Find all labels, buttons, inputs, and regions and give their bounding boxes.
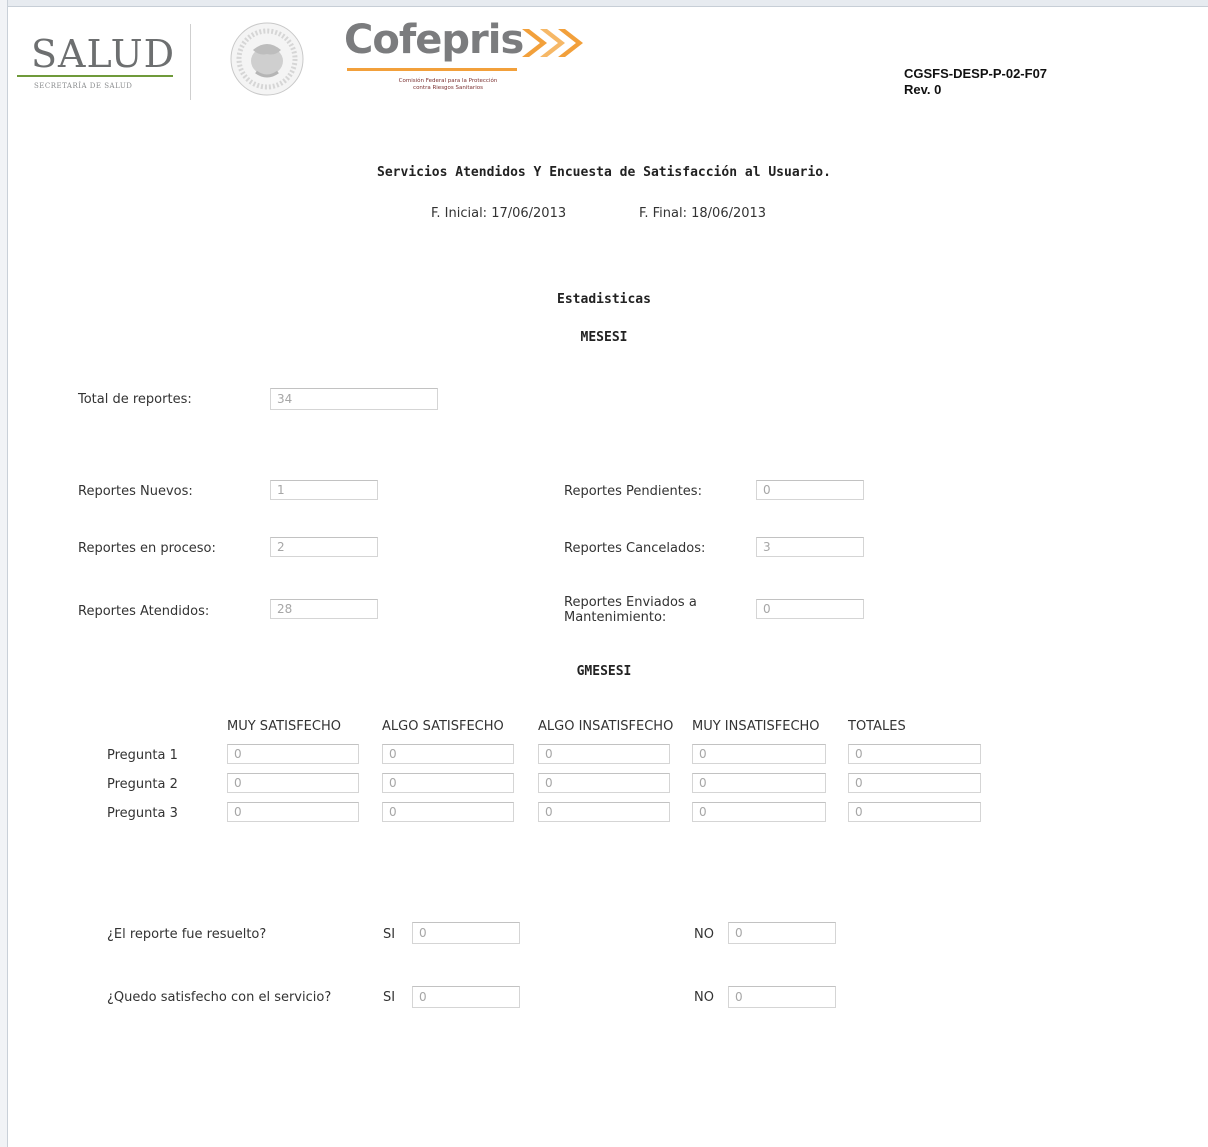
survey-row-label: Pregunta 2 [107, 777, 178, 792]
survey-cell-totales[interactable] [848, 773, 981, 793]
survey-cell-algo-insatisfecho[interactable] [538, 773, 670, 793]
window-top-border [0, 0, 1208, 7]
section-title-statistics: Estadisticas [557, 292, 651, 307]
stat-field-nuevos[interactable] [270, 480, 378, 500]
survey-cell-muy-insatisfecho[interactable] [692, 744, 826, 764]
stat-label-atendidos: Reportes Atendidos: [78, 604, 210, 619]
document-revision: Rev. 0 [904, 81, 942, 97]
stat-field-atendidos[interactable] [270, 599, 378, 619]
survey-cell-muy-satisfecho[interactable] [227, 773, 359, 793]
question-resolved-no-label: NO [694, 927, 714, 942]
survey-cell-algo-satisfecho[interactable] [382, 773, 514, 793]
document-code: CGSFS-DESP-P-02-F07 [904, 66, 1048, 81]
stat-label-cancelados: Reportes Cancelados: [564, 541, 706, 556]
salud-logo-underline [17, 75, 173, 77]
cofepris-tagline: Comisión Federal para la Protección cont… [348, 78, 548, 92]
question-satisfied-yes-label: SI [383, 990, 396, 1005]
survey-cell-algo-satisfecho[interactable] [382, 744, 514, 764]
survey-cell-totales[interactable] [848, 744, 981, 764]
stat-label-enviados-mantenimiento: Reportes Enviados a Mantenimiento: [564, 595, 697, 625]
total-reports-label: Total de reportes: [78, 392, 192, 407]
cofepris-tagline-line2: contra Riesgos Sanitarios [413, 85, 483, 91]
question-satisfied-label: ¿Quedo satisfecho con el servicio? [107, 990, 332, 1005]
cofepris-logo-underline [347, 68, 517, 71]
group-title-mesesi: MESESI [580, 330, 628, 345]
column-header-muy-insatisfecho: MUY INSATISFECHO [692, 719, 820, 734]
stat-label-en-proceso: Reportes en proceso: [78, 541, 216, 556]
question-resolved-label: ¿El reporte fue resuelto? [107, 927, 267, 942]
survey-cell-muy-satisfecho[interactable] [227, 744, 359, 764]
cofepris-logo-text: Cofepris [344, 17, 524, 63]
report-title: Servicios Atendidos Y Encuesta de Satisf… [377, 165, 831, 180]
survey-row-label: Pregunta 1 [107, 748, 178, 763]
stat-field-cancelados[interactable] [756, 537, 864, 557]
question-satisfied-no-field[interactable] [728, 986, 836, 1008]
total-reports-field[interactable] [270, 388, 438, 410]
survey-cell-muy-insatisfecho[interactable] [692, 773, 826, 793]
national-seal-icon [230, 22, 304, 96]
column-header-totales: TOTALES [848, 719, 906, 734]
question-satisfied-yes-field[interactable] [412, 986, 520, 1008]
question-satisfied-no-label: NO [694, 990, 714, 1005]
start-date: F. Inicial: 17/06/2013 [431, 206, 567, 221]
column-header-algo-insatisfecho: ALGO INSATISFECHO [538, 719, 674, 734]
survey-cell-muy-insatisfecho[interactable] [692, 802, 826, 822]
question-resolved-no-field[interactable] [728, 922, 836, 944]
cofepris-arrows-icon [522, 29, 583, 57]
survey-cell-algo-insatisfecho[interactable] [538, 802, 670, 822]
survey-cell-algo-insatisfecho[interactable] [538, 744, 670, 764]
logo-divider [190, 24, 191, 100]
cofepris-tagline-line1: Comisión Federal para la Protección [398, 78, 498, 84]
survey-cell-algo-satisfecho[interactable] [382, 802, 514, 822]
stat-label-pendientes: Reportes Pendientes: [564, 484, 702, 499]
column-header-muy-satisfecho: MUY SATISFECHO [227, 719, 341, 734]
salud-logo-text: SALUD [31, 32, 176, 76]
stat-field-en-proceso[interactable] [270, 537, 378, 557]
document-code-block: CGSFS-DESP-P-02-F07 Rev. 0 [904, 66, 1047, 97]
stat-field-enviados-mantenimiento[interactable] [756, 599, 864, 619]
column-header-algo-satisfecho: ALGO SATISFECHO [382, 719, 504, 734]
survey-row-label: Pregunta 3 [107, 806, 178, 821]
stat-label-nuevos: Reportes Nuevos: [78, 484, 193, 499]
question-resolved-yes-label: SI [383, 927, 396, 942]
survey-cell-totales[interactable] [848, 802, 981, 822]
stat-field-pendientes[interactable] [756, 480, 864, 500]
end-date: F. Final: 18/06/2013 [639, 206, 767, 221]
question-resolved-yes-field[interactable] [412, 922, 520, 944]
salud-logo-subtitle: SECRETARÍA DE SALUD [34, 82, 133, 90]
group-title-gmesesi: GMESESI [576, 664, 632, 679]
survey-cell-muy-satisfecho[interactable] [227, 802, 359, 822]
